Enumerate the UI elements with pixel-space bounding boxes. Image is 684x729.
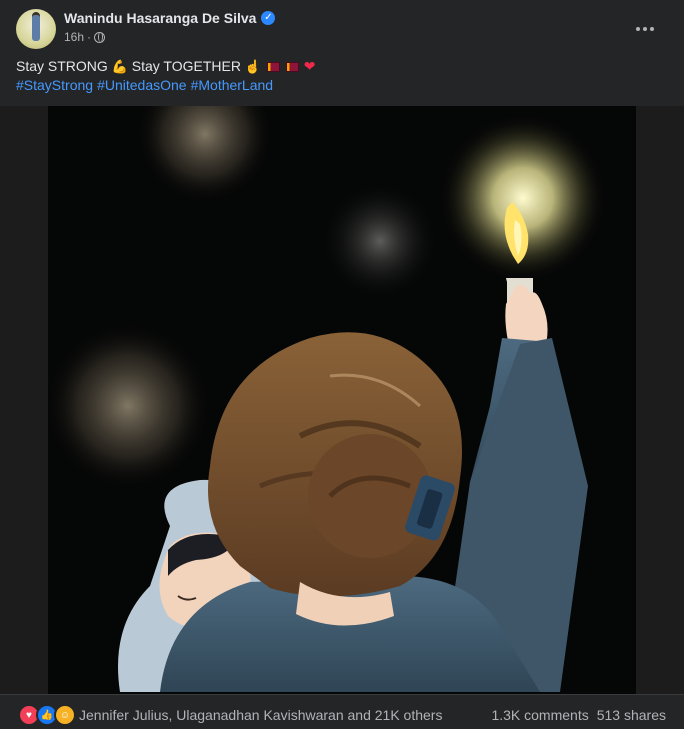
- post-text-line1: Stay STRONG 💪 Stay TOGETHER ☝ ❤: [16, 57, 315, 76]
- avatar-figure-body: [32, 15, 40, 41]
- post-image[interactable]: [0, 106, 684, 694]
- post-header: Wanindu Hasaranga De Silva ✓ 16h ·: [16, 9, 668, 51]
- more-options-icon[interactable]: [632, 17, 658, 41]
- hashtag-link[interactable]: #StayStrong: [16, 77, 93, 93]
- engagement-counts: 1.3K comments 513 shares: [491, 707, 666, 723]
- author-name-row: Wanindu Hasaranga De Silva ✓: [64, 10, 276, 26]
- post-meta: 16h ·: [64, 30, 106, 44]
- verified-badge-icon: ✓: [261, 11, 276, 25]
- sri-lanka-flag-icon: [285, 62, 299, 72]
- hashtag-link[interactable]: #UnitedasOne: [97, 77, 187, 93]
- facebook-post: Wanindu Hasaranga De Silva ✓ 16h · Stay …: [0, 0, 684, 729]
- sri-lanka-flag-icon: [266, 62, 280, 72]
- comments-count[interactable]: 1.3K comments: [491, 707, 588, 723]
- red-heart-icon: ❤: [303, 58, 316, 74]
- shares-count[interactable]: 513 shares: [597, 707, 666, 723]
- text-stay-together: Stay TOGETHER: [131, 58, 241, 74]
- meta-separator: ·: [87, 30, 92, 44]
- author-avatar[interactable]: [16, 9, 56, 49]
- post-footer: ♥ 👍 ☺ Jennifer Julius, Ulaganadhan Kavis…: [0, 694, 684, 729]
- reactors-summary[interactable]: Jennifer Julius, Ulaganadhan Kavishwaran…: [79, 707, 442, 723]
- text-stay-strong: Stay STRONG: [16, 58, 108, 74]
- flexed-biceps-icon: 💪: [111, 59, 128, 74]
- index-pointing-up-icon: ☝: [244, 59, 262, 74]
- reaction-icons[interactable]: ♥ 👍 ☺: [18, 704, 76, 726]
- illustration-candle-mother-child: [0, 106, 684, 694]
- hashtag-link[interactable]: #MotherLand: [191, 77, 274, 93]
- post-text: Stay STRONG 💪 Stay TOGETHER ☝ ❤ #StayStr…: [16, 57, 315, 95]
- post-time[interactable]: 16h: [64, 30, 84, 44]
- post-hashtags: #StayStrong #UnitedasOne #MotherLand: [16, 76, 315, 95]
- care-reaction-icon: ☺: [54, 704, 76, 726]
- author-name[interactable]: Wanindu Hasaranga De Silva: [64, 10, 256, 26]
- globe-icon[interactable]: [94, 31, 106, 43]
